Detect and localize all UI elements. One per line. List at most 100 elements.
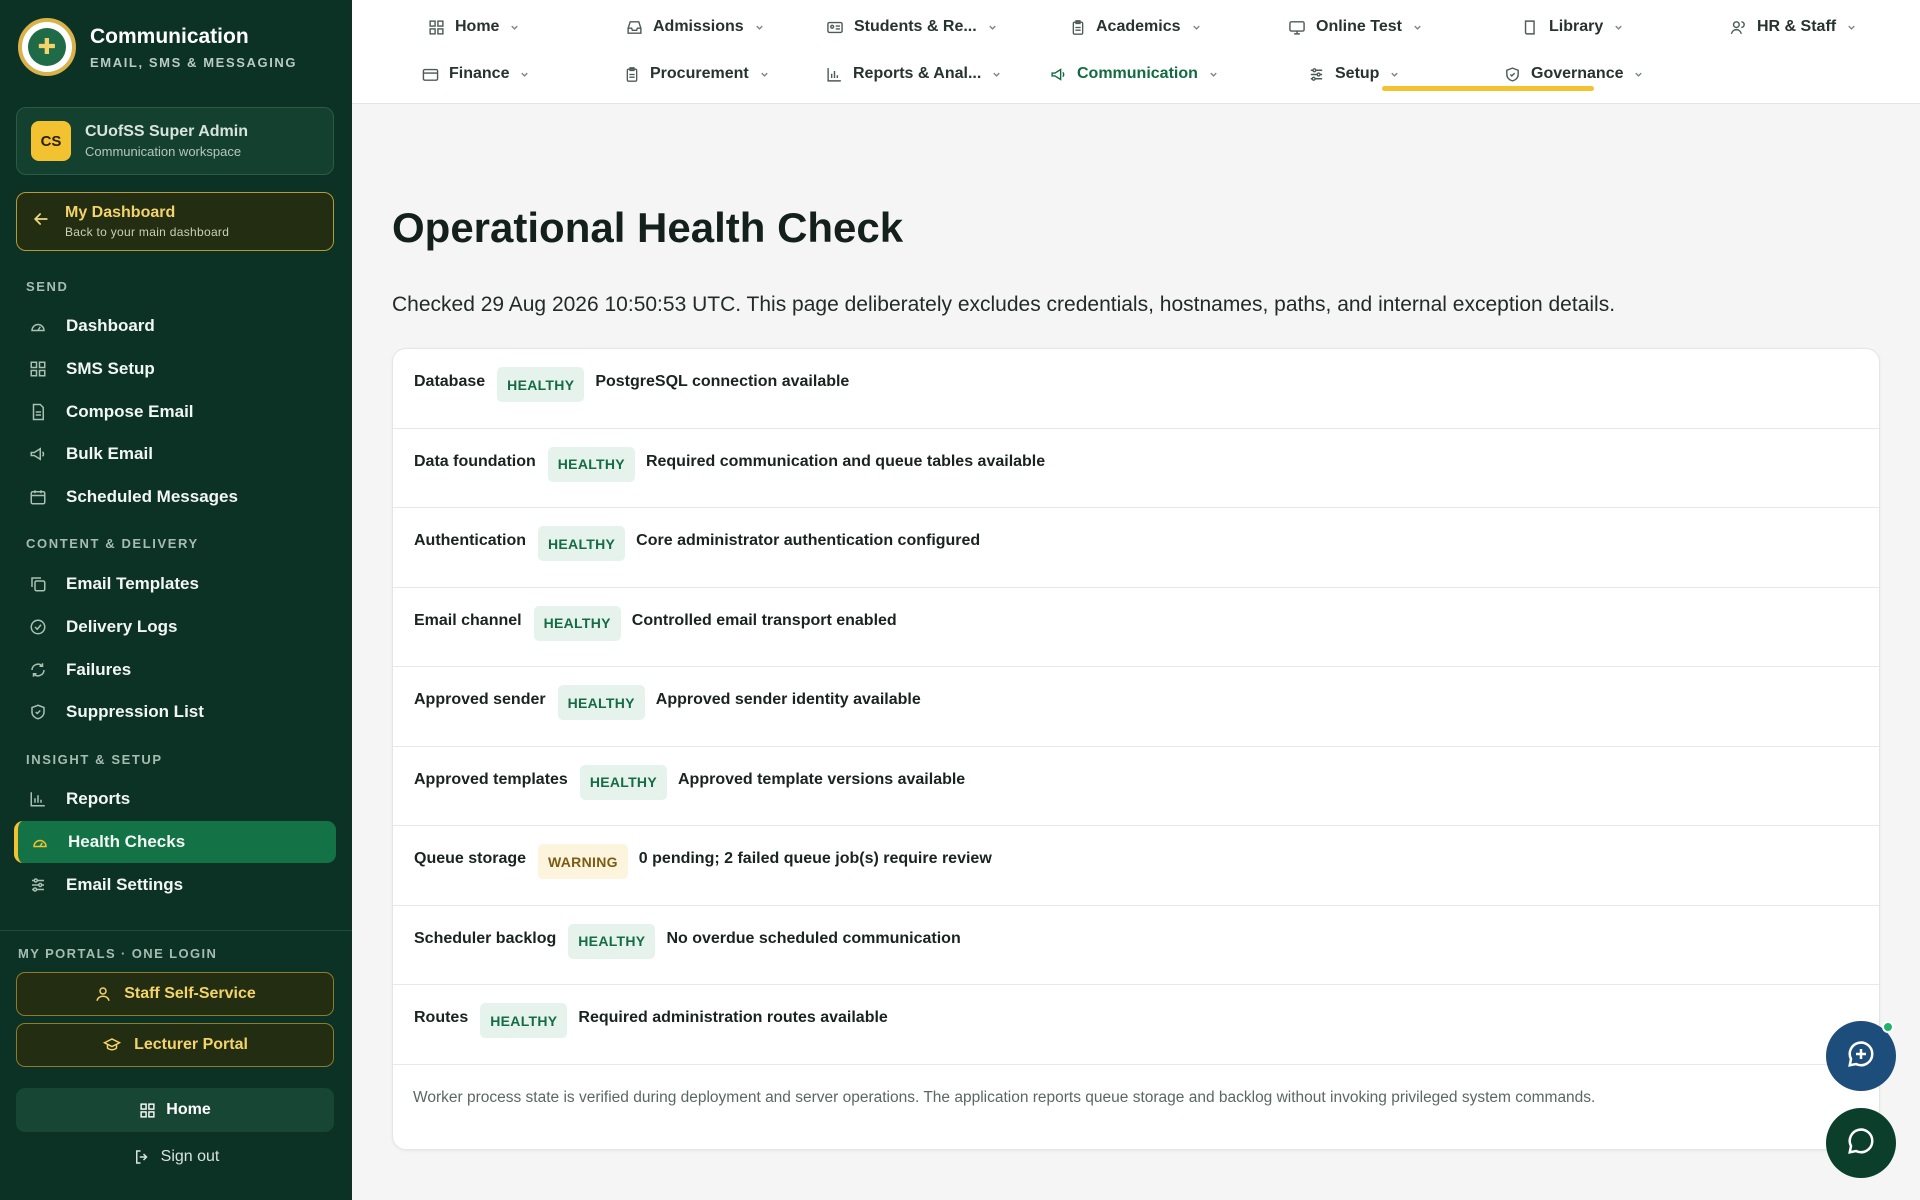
nav-finance[interactable]: Finance <box>422 54 530 94</box>
sidebar-item-dashboard[interactable]: Dashboard <box>14 305 336 347</box>
sidebar-item-label: Health Checks <box>68 832 186 851</box>
check-name: Database <box>414 373 486 390</box>
list-item: Authentication HEALTHY Core administrato… <box>393 508 1879 588</box>
check-detail: Core administrator authentication config… <box>636 532 981 549</box>
sidebar-item-bulk-email[interactable]: Bulk Email <box>14 433 336 475</box>
arrow-left-icon <box>31 209 55 235</box>
user-icon <box>94 985 112 1003</box>
users-icon <box>1730 19 1747 36</box>
list-item: Database HEALTHY PostgreSQL connection a… <box>393 349 1879 429</box>
grid-icon <box>139 1102 156 1119</box>
chevron-down-icon <box>754 22 765 33</box>
chevron-down-icon <box>519 69 530 80</box>
graduation-cap-icon <box>102 1036 122 1054</box>
chat-bubble-icon <box>1846 1126 1876 1161</box>
sign-out-label: Sign out <box>160 1148 220 1165</box>
footnote: Worker process state is verified during … <box>413 1088 1596 1106</box>
sidebar-item-failures[interactable]: Failures <box>14 649 336 691</box>
logout-icon <box>133 1148 151 1166</box>
nav-academics[interactable]: Academics <box>1070 7 1202 47</box>
shield-check-icon <box>1504 66 1521 83</box>
sidebar-item-email-settings[interactable]: Email Settings <box>14 864 336 906</box>
sidebar-item-suppression-list[interactable]: Suppression List <box>14 691 336 733</box>
online-status-dot <box>1882 1021 1894 1033</box>
check-detail: Approved sender identity available <box>655 691 921 708</box>
bar-chart-icon <box>28 789 48 809</box>
sidebar-divider <box>0 930 352 931</box>
sidebar-item-label: Delivery Logs <box>66 617 178 636</box>
status-badge: HEALTHY <box>538 526 626 561</box>
gauge-icon <box>28 316 48 336</box>
sidebar-item-label: Failures <box>66 660 132 679</box>
status-badge: HEALTHY <box>557 685 645 720</box>
sidebar-home-button[interactable]: Home <box>16 1088 334 1132</box>
chevron-down-icon <box>1191 22 1202 33</box>
nav-library[interactable]: Library <box>1522 7 1624 47</box>
lecturer-portal-button[interactable]: Lecturer Portal <box>16 1023 334 1067</box>
my-dashboard-subtitle: Back to your main dashboard <box>65 225 230 239</box>
check-name: Queue storage <box>414 850 527 867</box>
megaphone-icon <box>28 444 48 464</box>
user-card[interactable]: CS CUofSS Super Admin Communication work… <box>16 107 334 175</box>
section-label-content-delivery: CONTENT & DELIVERY <box>26 536 199 551</box>
check-detail: PostgreSQL connection available <box>595 373 850 390</box>
nav-label: Procurement <box>650 65 749 82</box>
sign-out-button[interactable]: Sign out <box>0 1148 352 1166</box>
grid-icon <box>428 19 445 36</box>
assistant-button[interactable] <box>1826 1021 1896 1091</box>
refresh-icon <box>28 660 48 680</box>
check-name: Email channel <box>414 611 522 629</box>
status-badge: HEALTHY <box>568 923 656 959</box>
check-circle-icon <box>28 617 48 637</box>
my-dashboard-button[interactable]: My Dashboard Back to your main dashboard <box>16 192 334 251</box>
chevron-down-icon <box>1613 22 1624 33</box>
sidebar-item-email-templates[interactable]: Email Templates <box>14 563 336 605</box>
nav-label: Finance <box>449 65 510 82</box>
nav-admissions[interactable]: Admissions <box>626 7 765 47</box>
page-description: Checked 29 Aug 2026 10:50:53 UTC. This p… <box>392 293 1616 316</box>
sliders-icon <box>28 875 48 895</box>
gauge-icon <box>30 832 50 852</box>
sidebar-item-delivery-logs[interactable]: Delivery Logs <box>14 606 336 648</box>
nav-students-records[interactable]: Students & Re... <box>826 7 998 47</box>
monitor-icon <box>1288 19 1306 36</box>
nav-procurement[interactable]: Procurement <box>624 54 770 94</box>
sidebar-item-label: Bulk Email <box>66 444 153 463</box>
chevron-down-icon <box>1412 22 1423 33</box>
nav-communication[interactable]: Communication <box>1050 54 1219 94</box>
status-badge: HEALTHY <box>547 446 635 482</box>
inbox-icon <box>626 19 643 36</box>
chevron-down-icon <box>759 69 770 80</box>
sidebar-item-health-checks[interactable]: Health Checks <box>14 821 336 863</box>
nav-label: Setup <box>1335 65 1380 82</box>
list-item: Approved sender HEALTHY Approved sender … <box>393 667 1879 747</box>
sidebar-item-sms-setup[interactable]: SMS Setup <box>14 348 336 390</box>
chevron-down-icon <box>987 22 998 33</box>
copy-icon <box>28 574 48 594</box>
user-name: CUofSS Super Admin <box>85 123 248 140</box>
sidebar-item-compose-email[interactable]: Compose Email <box>14 391 336 433</box>
list-item: Queue storage WARNING 0 pending; 2 faile… <box>393 826 1879 906</box>
chevron-down-icon <box>1633 69 1644 80</box>
portals-label: MY PORTALS · ONE LOGIN <box>18 946 218 961</box>
nav-online-test[interactable]: Online Test <box>1288 7 1423 47</box>
check-name: Authentication <box>414 532 526 549</box>
check-detail: 0 pending; 2 failed queue job(s) require… <box>638 850 992 867</box>
sidebar-item-scheduled-messages[interactable]: Scheduled Messages <box>14 476 336 518</box>
brand: ✚ Communication EMAIL, SMS & MESSAGING <box>18 18 297 76</box>
list-item: Scheduler backlog HEALTHY No overdue sch… <box>393 906 1879 985</box>
chat-button[interactable] <box>1826 1108 1896 1178</box>
nav-label: Students & Re... <box>854 18 977 35</box>
staff-self-service-button[interactable]: Staff Self-Service <box>16 972 334 1016</box>
nav-home[interactable]: Home <box>428 7 520 47</box>
sidebar-item-label: Reports <box>66 789 131 808</box>
status-badge: HEALTHY <box>579 764 667 800</box>
status-badge: WARNING <box>538 844 628 879</box>
chevron-down-icon <box>991 69 1002 80</box>
nav-hr-staff[interactable]: HR & Staff <box>1730 7 1857 47</box>
sidebar-item-reports[interactable]: Reports <box>14 778 336 820</box>
nav-reports-analytics[interactable]: Reports & Anal... <box>826 54 1002 94</box>
nav-label: Governance <box>1531 65 1624 82</box>
chat-sparkle-icon <box>1846 1039 1876 1074</box>
brand-subtitle: EMAIL, SMS & MESSAGING <box>90 54 298 70</box>
